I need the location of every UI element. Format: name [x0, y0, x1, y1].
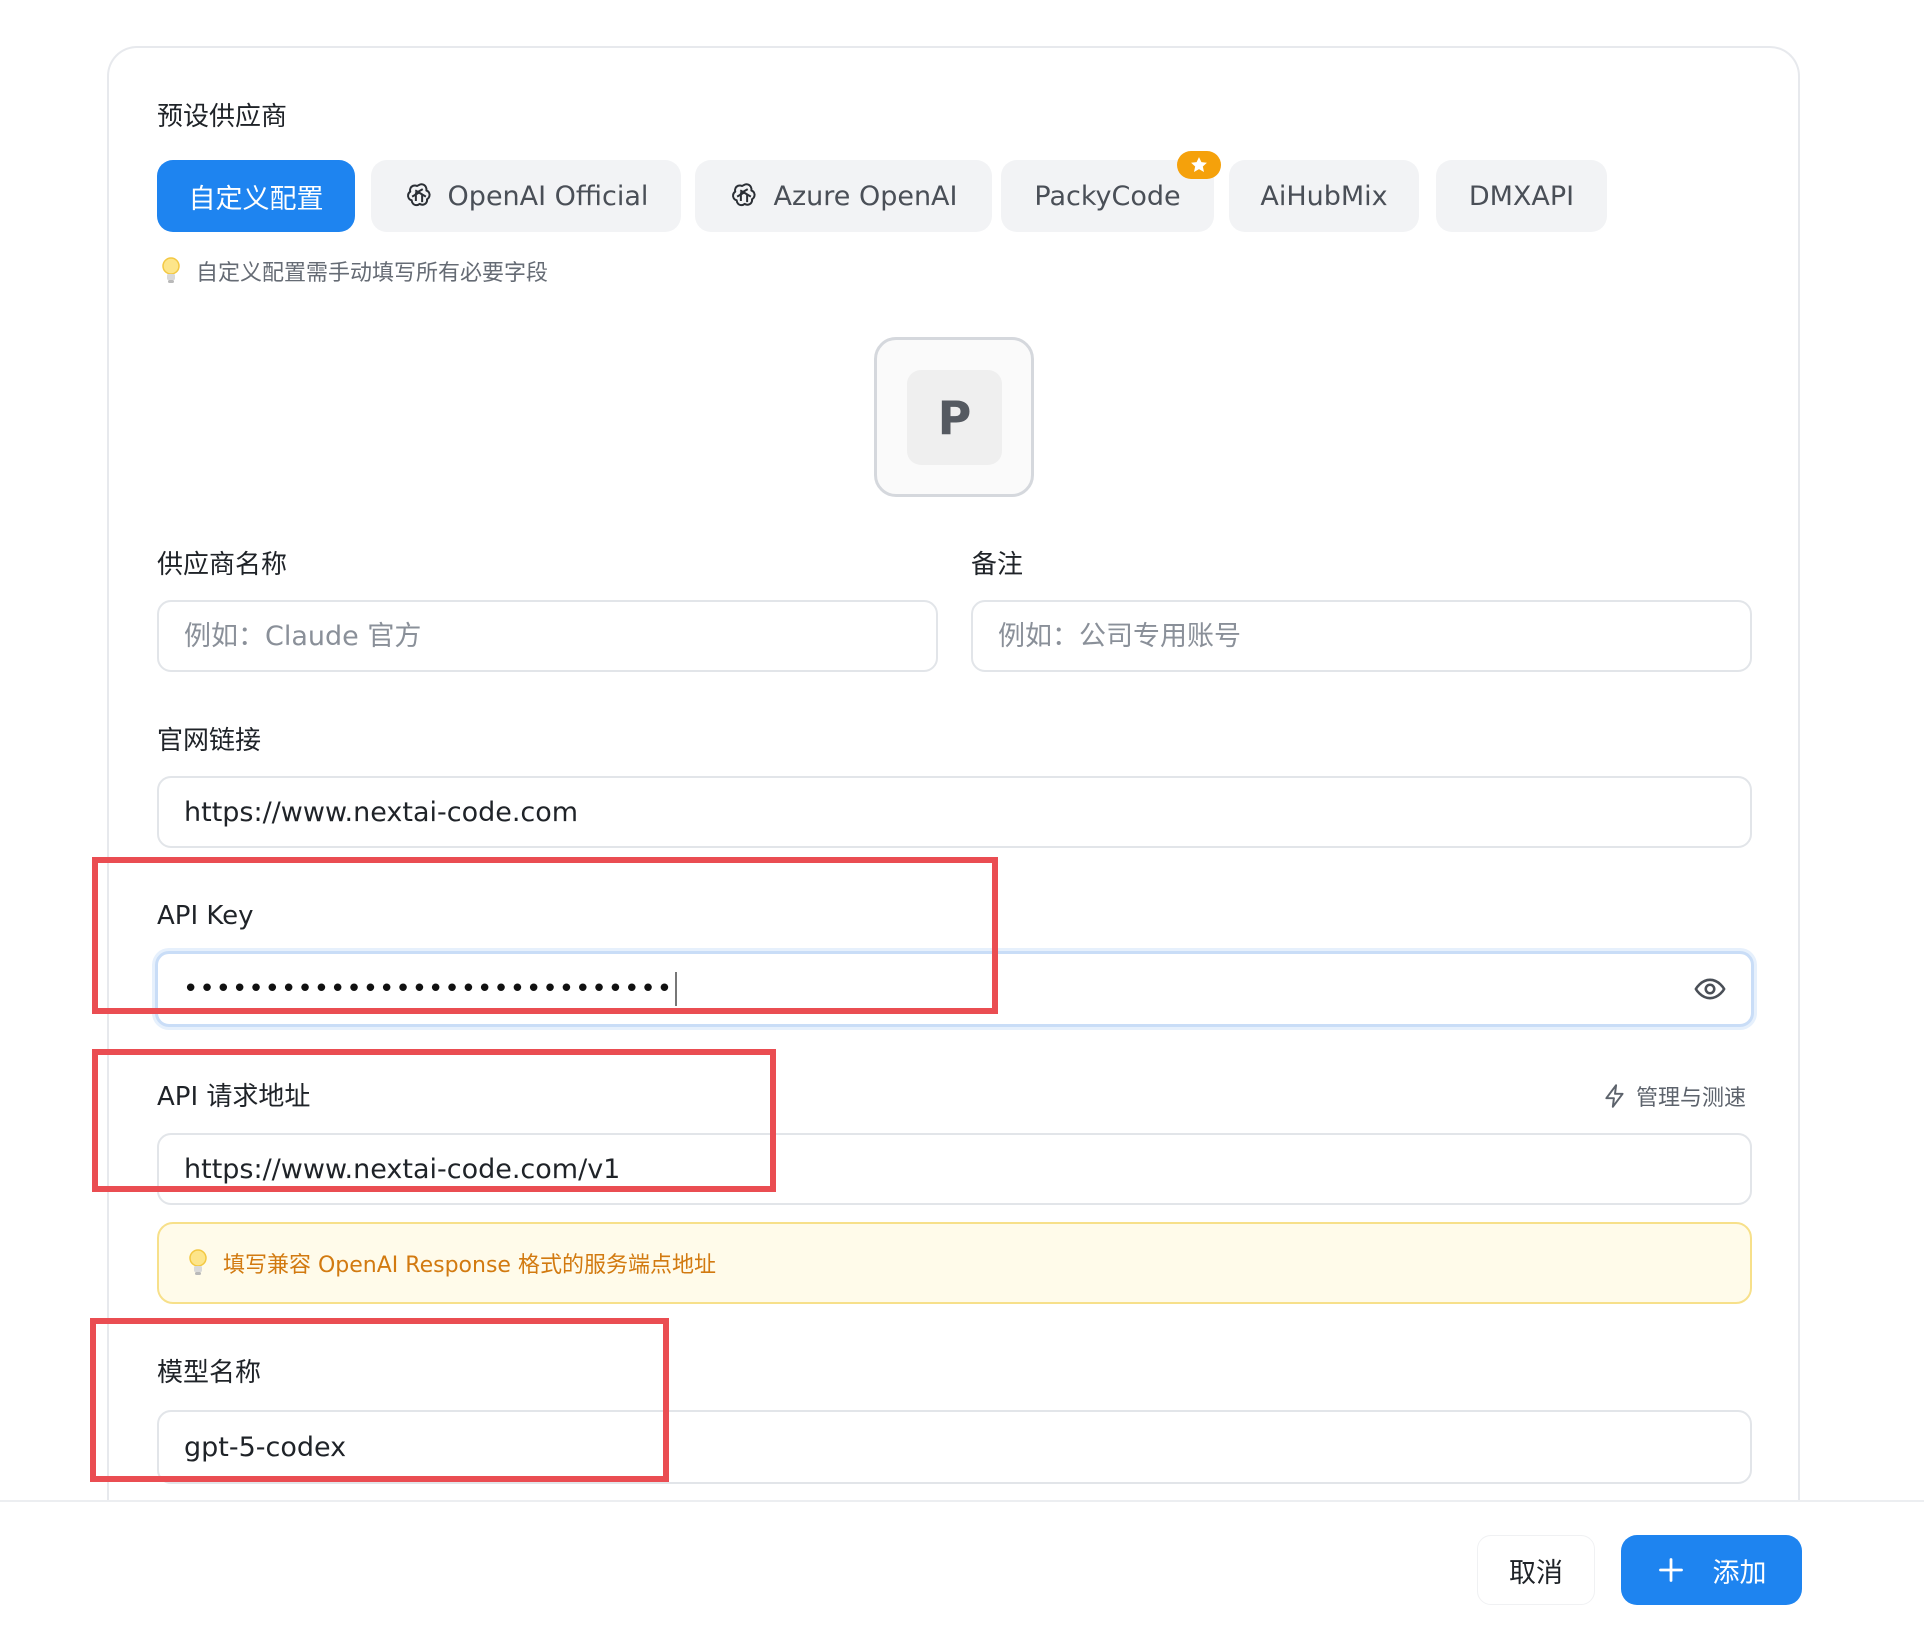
provider-logo-letter: P [907, 370, 1002, 465]
preset-azure-openai[interactable]: Azure OpenAI [695, 160, 992, 232]
preset-aihubmix[interactable]: AiHubMix [1229, 160, 1419, 232]
provider-name-input[interactable] [184, 620, 936, 652]
model-name-input[interactable] [184, 1431, 1750, 1463]
preset-label: Azure OpenAI [773, 180, 958, 212]
api-key-label: API Key [157, 901, 254, 931]
endpoint-hint-text: 填写兼容 OpenAI Response 格式的服务端点地址 [223, 1253, 716, 1278]
preset-hint: 自定义配置需手动填写所有必要字段 [160, 255, 548, 287]
model-name-field [157, 1410, 1752, 1484]
api-endpoint-label: API 请求地址 [157, 1082, 311, 1112]
provider-logo-picker[interactable]: P [874, 337, 1034, 497]
note-label: 备注 [971, 550, 1024, 580]
preset-label: PackyCode [1034, 180, 1181, 212]
api-endpoint-input[interactable] [184, 1153, 1750, 1185]
eye-icon[interactable] [1693, 972, 1727, 1006]
note-field [971, 600, 1752, 672]
manage-speedtest-link[interactable]: 管理与测速 [1602, 1080, 1746, 1112]
plus-icon [1657, 1556, 1685, 1584]
website-field [157, 776, 1752, 848]
preset-hint-text: 自定义配置需手动填写所有必要字段 [196, 261, 549, 286]
website-input[interactable] [184, 796, 1750, 828]
endpoint-hint-box: 填写兼容 OpenAI Response 格式的服务端点地址 [157, 1222, 1752, 1304]
lightning-icon [1602, 1083, 1628, 1109]
api-key-field[interactable]: •••••••••••••••••••••••••••••• [155, 951, 1754, 1027]
preset-label: DMXAPI [1468, 180, 1575, 212]
website-label: 官网链接 [157, 726, 262, 756]
preset-label: OpenAI Official [447, 180, 649, 212]
lightbulb-icon [187, 1247, 209, 1279]
provider-config-page: 预设供应商 自定义配置 OpenAI Official Azure OpenAI [0, 0, 1924, 1626]
preset-dmxapi[interactable]: DMXAPI [1436, 160, 1607, 232]
preset-custom[interactable]: 自定义配置 [157, 160, 355, 232]
add-button[interactable]: 添加 [1621, 1535, 1802, 1605]
api-key-masked-value: •••••••••••••••••••••••••••••• [183, 974, 674, 1004]
star-icon [1177, 151, 1221, 179]
preset-openai-official[interactable]: OpenAI Official [371, 160, 681, 232]
preset-label: 自定义配置 [188, 183, 324, 215]
provider-name-field [157, 600, 938, 672]
model-name-label: 模型名称 [157, 1358, 262, 1388]
api-endpoint-field [157, 1133, 1752, 1205]
note-input[interactable] [998, 620, 1750, 652]
presets-heading: 预设供应商 [157, 102, 288, 132]
lightbulb-icon [160, 255, 182, 287]
openai-icon [729, 181, 759, 211]
preset-label: AiHubMix [1260, 180, 1388, 212]
openai-icon [404, 181, 434, 211]
text-caret [675, 972, 678, 1006]
cancel-button[interactable]: 取消 [1477, 1535, 1595, 1605]
provider-name-label: 供应商名称 [157, 550, 288, 580]
add-button-label: 添加 [1712, 1557, 1767, 1589]
manage-speedtest-label: 管理与测速 [1636, 1086, 1747, 1111]
